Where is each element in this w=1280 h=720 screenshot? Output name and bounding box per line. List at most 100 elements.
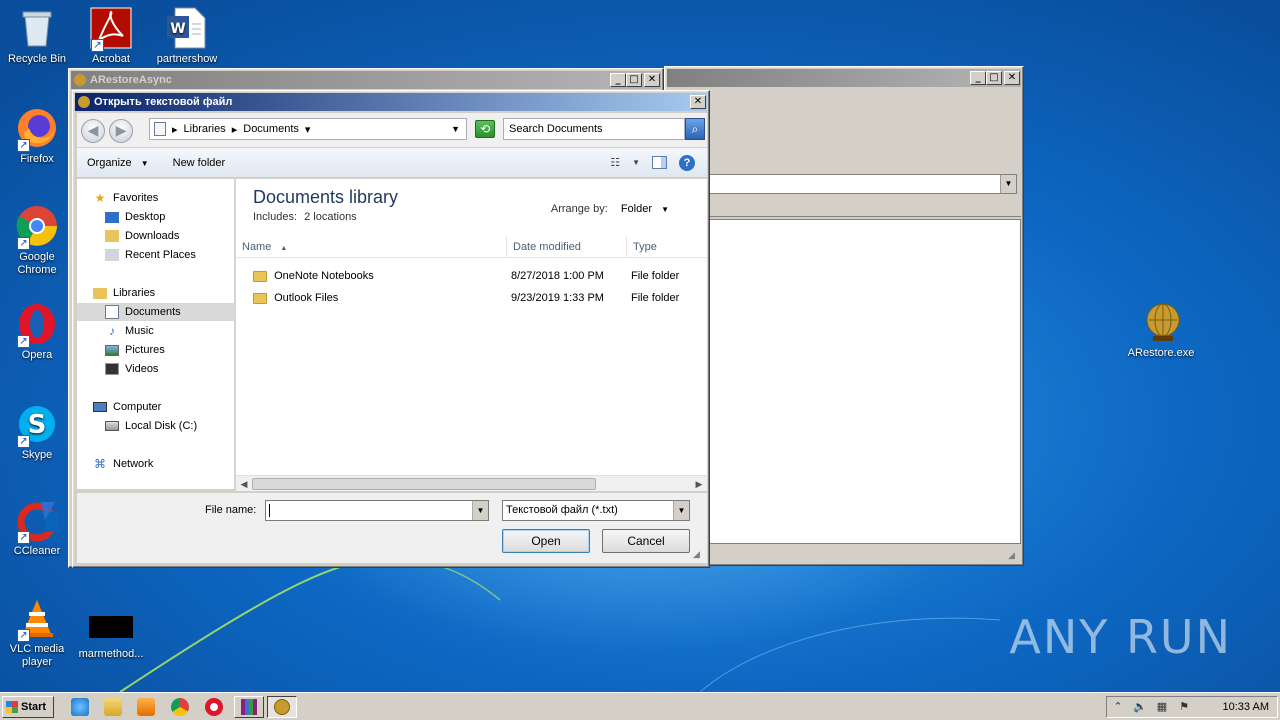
- desktop-icon-chrome[interactable]: ↗ Google Chrome: [0, 204, 74, 277]
- arrange-by-dropdown[interactable]: Folder ▼: [621, 203, 669, 215]
- nav-computer[interactable]: Computer: [93, 398, 161, 416]
- desktop-icon-opera[interactable]: ↗ Opera: [0, 302, 74, 362]
- breadcrumb-separator-icon[interactable]: ▸: [172, 123, 178, 136]
- column-header-date[interactable]: Date modified: [507, 236, 627, 258]
- start-button[interactable]: Start: [2, 696, 54, 718]
- help-icon[interactable]: ?: [679, 154, 695, 171]
- chevron-down-icon[interactable]: ▼: [451, 124, 460, 134]
- breadcrumb-separator-icon[interactable]: ▾: [305, 123, 311, 136]
- minimize-button[interactable]: _: [610, 73, 626, 87]
- scroll-left-icon[interactable]: ◀: [237, 477, 251, 491]
- desktop-icon-marmethod[interactable]: marmethod...: [74, 614, 148, 661]
- nav-local-disk[interactable]: Local Disk (C:): [105, 417, 197, 435]
- desktop-icon-acrobat[interactable]: ↗ Acrobat: [74, 6, 148, 66]
- new-folder-button[interactable]: New folder: [173, 157, 226, 169]
- nav-desktop[interactable]: Desktop: [105, 208, 165, 226]
- preview-pane-icon[interactable]: [652, 156, 667, 169]
- background-combobox[interactable]: ▼: [709, 174, 1017, 194]
- nav-pictures[interactable]: Pictures: [105, 341, 165, 359]
- breadcrumb-documents[interactable]: Documents: [243, 123, 299, 135]
- background-window-titlebar[interactable]: _ □ ✕: [667, 69, 1021, 87]
- clock[interactable]: 10:33 AM: [1223, 697, 1269, 717]
- desktop-icon-vlc[interactable]: ↗ VLC media player: [0, 596, 74, 669]
- desktop-icon-firefox[interactable]: ↗ Firefox: [0, 106, 74, 166]
- taskbar-app-arestore[interactable]: [267, 696, 297, 718]
- close-button[interactable]: ✕: [690, 95, 706, 109]
- includes-locations-link[interactable]: 2 locations: [304, 211, 357, 223]
- pictures-icon: [105, 344, 119, 356]
- desktop-icon-arestore[interactable]: ARestore.exe: [1124, 300, 1198, 360]
- scrollbar-thumb[interactable]: [252, 478, 596, 490]
- file-type-select[interactable]: Текстовой файл (*.txt) ▼: [502, 500, 690, 521]
- nav-favorites[interactable]: ★ Favorites: [93, 189, 159, 207]
- cancel-button[interactable]: Cancel: [602, 529, 690, 553]
- chevron-down-icon[interactable]: ▼: [472, 501, 488, 520]
- action-center-flag-icon[interactable]: ⚑: [1177, 700, 1191, 714]
- ie-icon[interactable]: [71, 698, 89, 716]
- opera-icon[interactable]: [205, 698, 223, 716]
- background-list-area[interactable]: [709, 219, 1021, 544]
- windows-logo-icon: [6, 701, 18, 713]
- desktop-icon-label: VLC media player: [9, 643, 65, 668]
- nav-videos[interactable]: Videos: [105, 360, 158, 378]
- organize-menu[interactable]: Organize ▼: [87, 157, 149, 169]
- minimize-button[interactable]: _: [970, 71, 986, 85]
- file-name-label: File name:: [205, 504, 257, 516]
- dialog-titlebar[interactable]: Открыть текстовой файл ✕: [75, 93, 707, 111]
- search-input[interactable]: Search Documents: [503, 118, 685, 140]
- chevron-down-icon[interactable]: ▼: [632, 158, 640, 167]
- open-file-dialog[interactable]: Открыть текстовой файл ✕ ◀ ▶ ▸ Libraries…: [72, 90, 710, 568]
- resize-grip-icon[interactable]: ◢: [693, 549, 705, 561]
- videos-icon: [105, 363, 119, 375]
- close-button[interactable]: ✕: [1004, 71, 1020, 85]
- chevron-down-icon[interactable]: ▼: [673, 501, 689, 520]
- arestore-globe-icon: [274, 699, 290, 715]
- chevron-down-icon[interactable]: ▼: [1000, 175, 1016, 193]
- resize-grip-icon[interactable]: ◢: [1008, 550, 1020, 562]
- breadcrumb[interactable]: ▸ Libraries ▸ Documents ▾ ▼: [149, 118, 467, 140]
- file-name-input[interactable]: ▼: [265, 500, 489, 521]
- scroll-right-icon[interactable]: ▶: [692, 477, 706, 491]
- shortcut-arrow-icon: ↗: [17, 531, 30, 544]
- forward-button[interactable]: ▶: [109, 119, 133, 143]
- volume-icon[interactable]: 🔈: [1133, 700, 1147, 714]
- background-window[interactable]: _ □ ✕ ▼ ◢: [664, 66, 1024, 566]
- chrome-icon[interactable]: [171, 698, 189, 716]
- horizontal-scrollbar[interactable]: ◀ ▶: [236, 475, 707, 491]
- open-button[interactable]: Open: [502, 529, 590, 553]
- desktop-icon-partnershow[interactable]: W partnershow: [150, 6, 224, 66]
- desktop-icon-skype[interactable]: S ↗ Skype: [0, 402, 74, 462]
- close-button[interactable]: ✕: [644, 73, 660, 87]
- explorer-icon[interactable]: [104, 698, 122, 716]
- nav-music[interactable]: ♪ Music: [105, 322, 154, 340]
- search-icon[interactable]: ⌕: [685, 118, 705, 140]
- file-name-cell: Outlook Files: [253, 288, 338, 308]
- network-tray-icon[interactable]: ▦: [1155, 700, 1169, 714]
- breadcrumb-separator-icon[interactable]: ▸: [232, 123, 238, 136]
- maximize-button[interactable]: □: [986, 71, 1002, 85]
- main-window-titlebar[interactable]: ARestoreAsync _ □ ✕: [71, 71, 661, 89]
- libraries-icon: [93, 287, 107, 299]
- view-options-icon[interactable]: ☷: [610, 156, 620, 169]
- back-button[interactable]: ◀: [81, 119, 105, 143]
- breadcrumb-libraries[interactable]: Libraries: [184, 123, 226, 135]
- svg-text:W: W: [170, 21, 185, 37]
- nav-downloads[interactable]: Downloads: [105, 227, 179, 245]
- file-row[interactable]: OneNote Notebooks 8/27/2018 1:00 PM File…: [236, 266, 707, 286]
- maximize-button[interactable]: □: [626, 73, 642, 87]
- nav-libraries[interactable]: Libraries: [93, 284, 155, 302]
- taskbar-app-winrar[interactable]: [234, 696, 264, 718]
- nav-recent-places[interactable]: Recent Places: [105, 246, 196, 264]
- tray-expand-icon[interactable]: ⌃: [1111, 700, 1125, 714]
- media-player-icon[interactable]: [137, 698, 155, 716]
- refresh-button[interactable]: ⟲: [475, 120, 495, 138]
- column-header-name[interactable]: Name ▲: [236, 236, 507, 258]
- desktop-icon-recycle-bin[interactable]: Recycle Bin: [0, 6, 74, 66]
- column-header-type[interactable]: Type: [627, 236, 707, 258]
- nav-network[interactable]: ⌘ Network: [93, 455, 153, 473]
- file-row[interactable]: Outlook Files 9/23/2019 1:33 PM File fol…: [236, 288, 707, 308]
- desktop-icon-ccleaner[interactable]: ↗ CCleaner: [0, 498, 74, 558]
- nav-documents[interactable]: Documents: [77, 303, 234, 321]
- firefox-icon: ↗: [15, 106, 59, 152]
- background-list-header: [709, 203, 1021, 217]
